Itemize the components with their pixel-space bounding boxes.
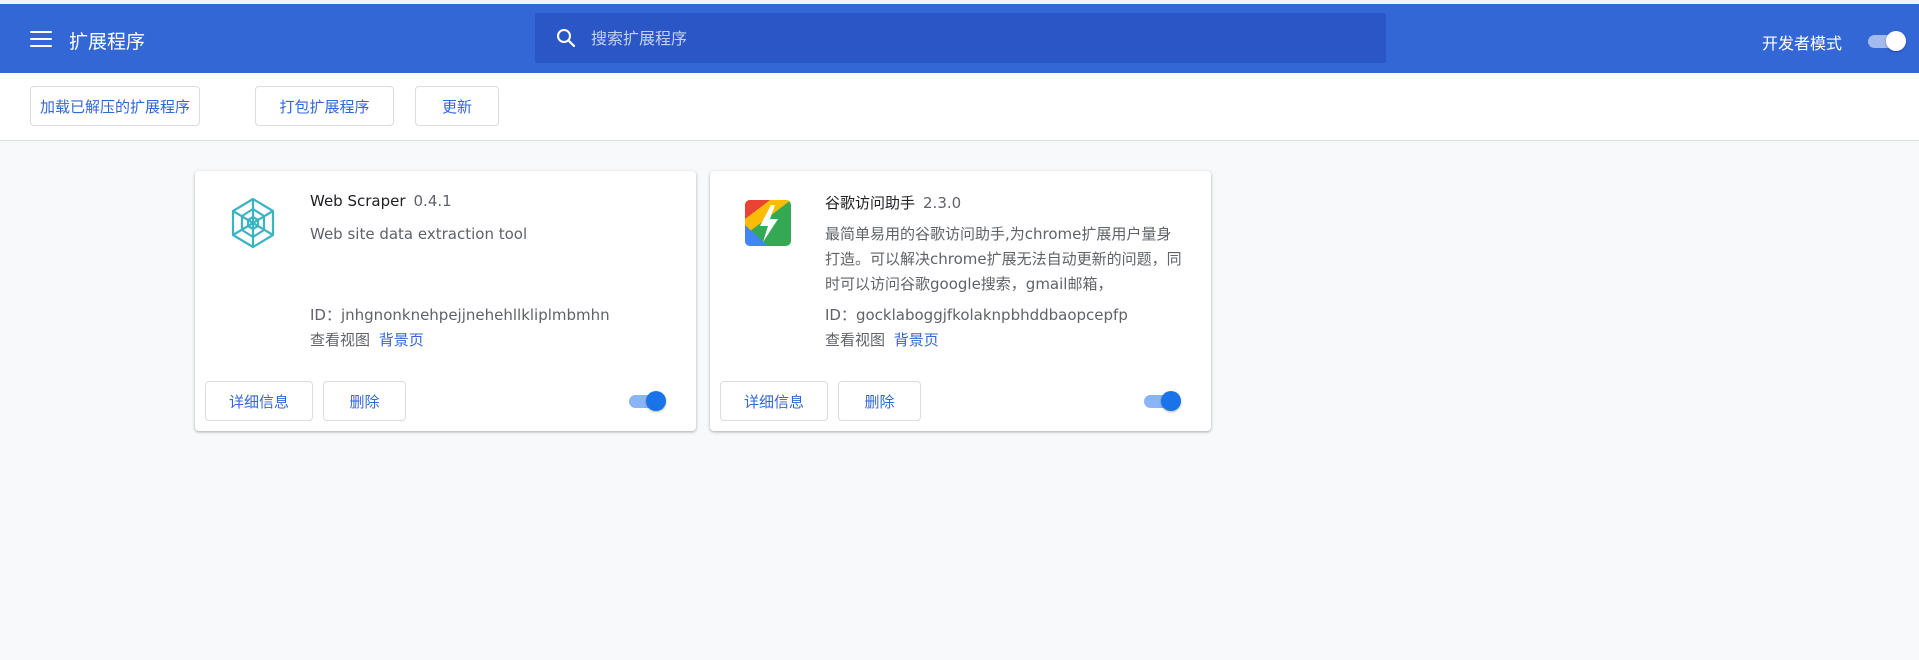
extension-card-web-scraper: Web Scraper 0.4.1 Web site data extractio… xyxy=(195,171,696,431)
search-icon xyxy=(553,25,579,51)
search-input[interactable] xyxy=(591,13,1386,63)
extension-id-row: ID：jnhgnonknehpejjnehehllkliplmbmhn xyxy=(310,304,610,325)
load-unpacked-button[interactable]: 加载已解压的扩展程序 xyxy=(30,86,200,126)
extension-name-row: 谷歌访问助手 2.3.0 xyxy=(825,192,961,213)
card-divider xyxy=(710,364,1211,365)
extension-name: Web Scraper xyxy=(310,192,406,210)
extension-name-row: Web Scraper 0.4.1 xyxy=(310,192,452,210)
extension-name: 谷歌访问助手 xyxy=(825,194,916,212)
details-button[interactable]: 详细信息 xyxy=(720,381,828,421)
developer-toolbar: 加载已解压的扩展程序 打包扩展程序 更新 xyxy=(0,73,1919,141)
extension-enable-toggle[interactable] xyxy=(1144,391,1184,411)
inspect-views-label: 查看视图 xyxy=(825,331,886,349)
extension-card-google-access-helper: 谷歌访问助手 2.3.0 最简单易用的谷歌访问助手,为chrome扩展用户量身打造… xyxy=(710,171,1211,431)
update-button[interactable]: 更新 xyxy=(415,86,499,126)
extension-id-label: ID： xyxy=(825,306,856,324)
extension-version: 2.3.0 xyxy=(923,194,962,212)
extension-version: 0.4.1 xyxy=(413,192,452,210)
background-page-link[interactable]: 背景页 xyxy=(379,331,424,349)
menu-icon[interactable] xyxy=(30,31,52,47)
extension-id-row: ID：gocklaboggjfkolaknpbhddbaopcepfp xyxy=(825,304,1128,325)
remove-button[interactable]: 删除 xyxy=(838,381,921,421)
extension-description: Web site data extraction tool xyxy=(310,225,528,243)
card-divider xyxy=(195,364,696,365)
developer-mode-toggle[interactable] xyxy=(1866,31,1906,51)
spider-web-icon xyxy=(225,195,281,251)
inspect-views-row: 查看视图 背景页 xyxy=(310,329,424,350)
details-button[interactable]: 详细信息 xyxy=(205,381,313,421)
extension-id: gocklaboggjfkolaknpbhddbaopcepfp xyxy=(855,306,1128,324)
extension-description: 最简单易用的谷歌访问助手,为chrome扩展用户量身打造。可以解决chrome扩… xyxy=(825,225,1182,293)
extension-id: jnhgnonknehpejjnehehllkliplmbmhn xyxy=(340,306,610,324)
background-page-link[interactable]: 背景页 xyxy=(894,331,939,349)
extension-id-label: ID： xyxy=(310,306,341,324)
lightning-logo-icon xyxy=(740,195,796,251)
inspect-views-row: 查看视图 背景页 xyxy=(825,329,939,350)
pack-extension-button[interactable]: 打包扩展程序 xyxy=(255,86,394,126)
search-box[interactable] xyxy=(535,13,1386,63)
remove-button[interactable]: 删除 xyxy=(323,381,406,421)
developer-mode-label: 开发者模式 xyxy=(1762,34,1843,53)
app-header: 扩展程序 开发者模式 xyxy=(0,4,1919,73)
page-title: 扩展程序 xyxy=(69,31,146,53)
extension-enable-toggle[interactable] xyxy=(629,391,669,411)
inspect-views-label: 查看视图 xyxy=(310,331,371,349)
